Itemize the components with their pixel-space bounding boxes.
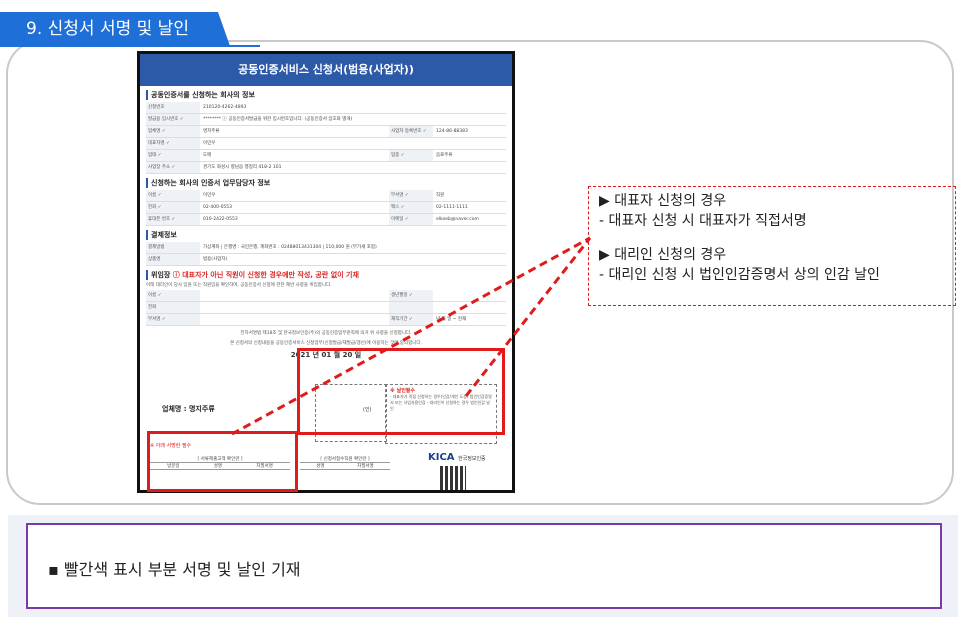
- callout-line-2: - 대표자 신청 시 대표자가 직접서명: [599, 213, 807, 229]
- callout-line-1: ▶ 대표자 신청의 경우: [599, 193, 727, 209]
- callout-line-3: ▶ 대리인 신청의 경우: [599, 247, 727, 263]
- arrow-line-seal: [464, 237, 592, 397]
- bottom-note: ▪ 빨간색 표시 부분 서명 및 날인 기재: [48, 560, 301, 579]
- instruction-callout: ▶ 대표자 신청의 경우 - 대표자 신청 시 대표자가 직접서명 ▶ 대리인 …: [588, 186, 956, 306]
- callout-line-4: - 대리인 신청 시 법인인감증명서 상의 인감 날인: [599, 267, 880, 283]
- arrow-line-signature: [231, 236, 591, 436]
